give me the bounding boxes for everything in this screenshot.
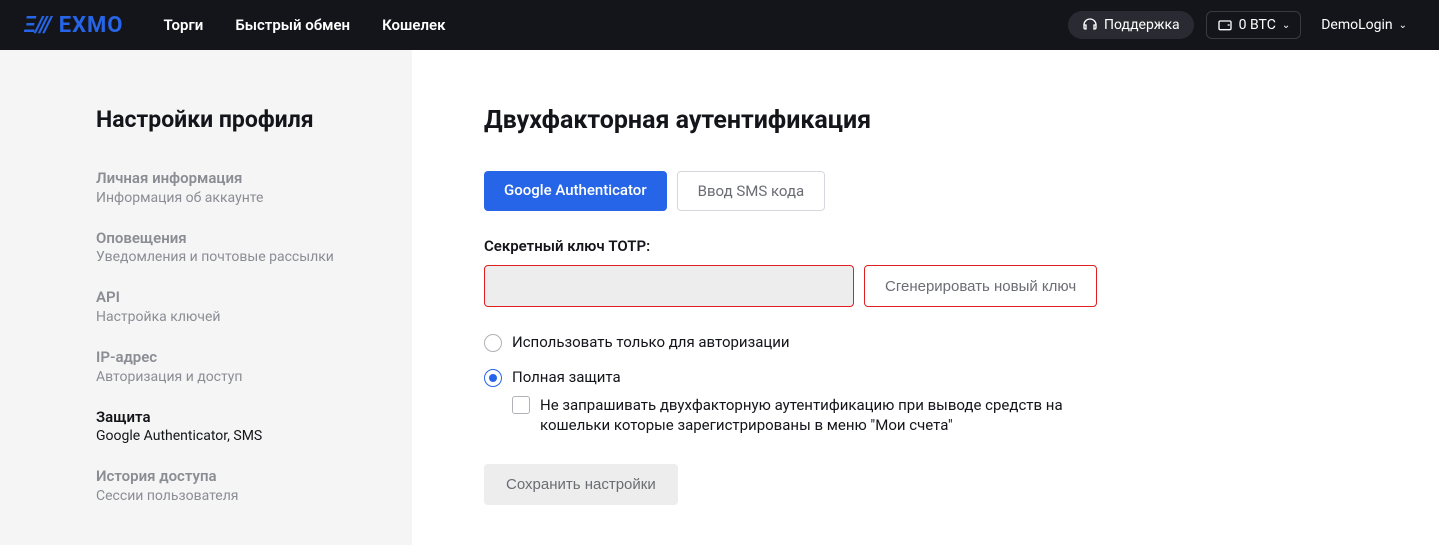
logo-icon: Ξ/// [24,13,51,38]
secret-key-row: Сгенерировать новый ключ [484,265,1439,307]
settings-sidebar: Настройки профиля Личная информация Инфо… [0,50,412,545]
sidebar-item-ip[interactable]: IP-адрес Авторизация и доступ [96,348,412,386]
sidebar-item-notifications[interactable]: Оповещения Уведомления и почтовые рассыл… [96,229,412,267]
sidebar-title: Настройки профиля [96,106,412,133]
checkbox-row-skip: Не запрашивать двухфакторную аутентифика… [512,395,1439,436]
page-title: Двухфакторная аутентификация [484,106,1439,135]
checkbox-skip-2fa[interactable] [512,396,530,414]
protection-mode-group: Использовать только для авторизации Полн… [484,333,1439,436]
sidebar-item-history[interactable]: История доступа Сессии пользователя [96,467,412,505]
secret-key-input[interactable] [484,265,854,307]
support-button[interactable]: Поддержка [1068,11,1194,39]
sidebar-item-sub: Информация об аккаунте [96,189,412,207]
checkbox-skip-label: Не запрашивать двухфакторную аутентифика… [540,395,1130,436]
tab-sms[interactable]: Ввод SMS кода [677,171,826,211]
balance-value: 0 BTC [1239,17,1276,33]
sidebar-item-security[interactable]: Защита Google Authenticator, SMS [96,408,412,446]
sidebar-item-sub: Настройка ключей [96,308,412,326]
chevron-down-icon: ⌄ [1282,20,1290,31]
main-nav: Торги Быстрый обмен Кошелек [163,16,445,34]
sidebar-item-title: IP-адрес [96,348,412,368]
radio-auth-only[interactable] [484,334,502,352]
nav-wallet[interactable]: Кошелек [382,16,445,34]
nav-exchange[interactable]: Быстрый обмен [235,16,350,34]
user-name: DemoLogin [1321,17,1392,33]
wallet-icon [1217,17,1233,33]
radio-full-protection[interactable] [484,369,502,387]
sidebar-item-title: API [96,288,412,308]
user-dropdown[interactable]: DemoLogin ⌄ [1313,12,1415,38]
sidebar-item-title: Личная информация [96,169,412,189]
sidebar-item-title: История доступа [96,467,412,487]
sidebar-item-title: Защита [96,408,412,428]
page-body: Настройки профиля Личная информация Инфо… [0,50,1439,545]
top-header: Ξ/// EXMO Торги Быстрый обмен Кошелек По… [0,0,1439,50]
sidebar-item-sub: Сессии пользователя [96,487,412,505]
headset-icon [1082,17,1098,33]
tab-google-auth[interactable]: Google Authenticator [484,171,667,211]
sidebar-item-sub: Google Authenticator, SMS [96,427,412,445]
balance-dropdown[interactable]: 0 BTC ⌄ [1206,11,1302,39]
radio-row-auth-only: Использовать только для авторизации [484,333,1439,352]
chevron-down-icon: ⌄ [1399,20,1407,31]
radio-auth-only-label: Использовать только для авторизации [512,333,790,351]
main-content: Двухфакторная аутентификация Google Auth… [412,50,1439,545]
sidebar-item-sub: Уведомления и почтовые рассылки [96,248,412,266]
sidebar-item-personal[interactable]: Личная информация Информация об аккаунте [96,169,412,207]
header-right: Поддержка 0 BTC ⌄ DemoLogin ⌄ [1068,11,1415,39]
logo[interactable]: Ξ/// EXMO [24,13,123,38]
radio-full-label: Полная защита [512,368,621,386]
radio-row-full: Полная защита [484,368,1439,387]
generate-key-button[interactable]: Сгенерировать новый ключ [864,265,1097,307]
support-label: Поддержка [1104,17,1180,33]
sidebar-item-title: Оповещения [96,229,412,249]
sidebar-item-api[interactable]: API Настройка ключей [96,288,412,326]
save-button[interactable]: Сохранить настройки [484,464,678,505]
method-tabs: Google Authenticator Ввод SMS кода [484,171,1439,211]
secret-key-label: Секретный ключ TOTP: [484,237,1439,255]
nav-trades[interactable]: Торги [163,16,203,34]
logo-text: EXMO [59,13,124,38]
sidebar-item-sub: Авторизация и доступ [96,368,412,386]
